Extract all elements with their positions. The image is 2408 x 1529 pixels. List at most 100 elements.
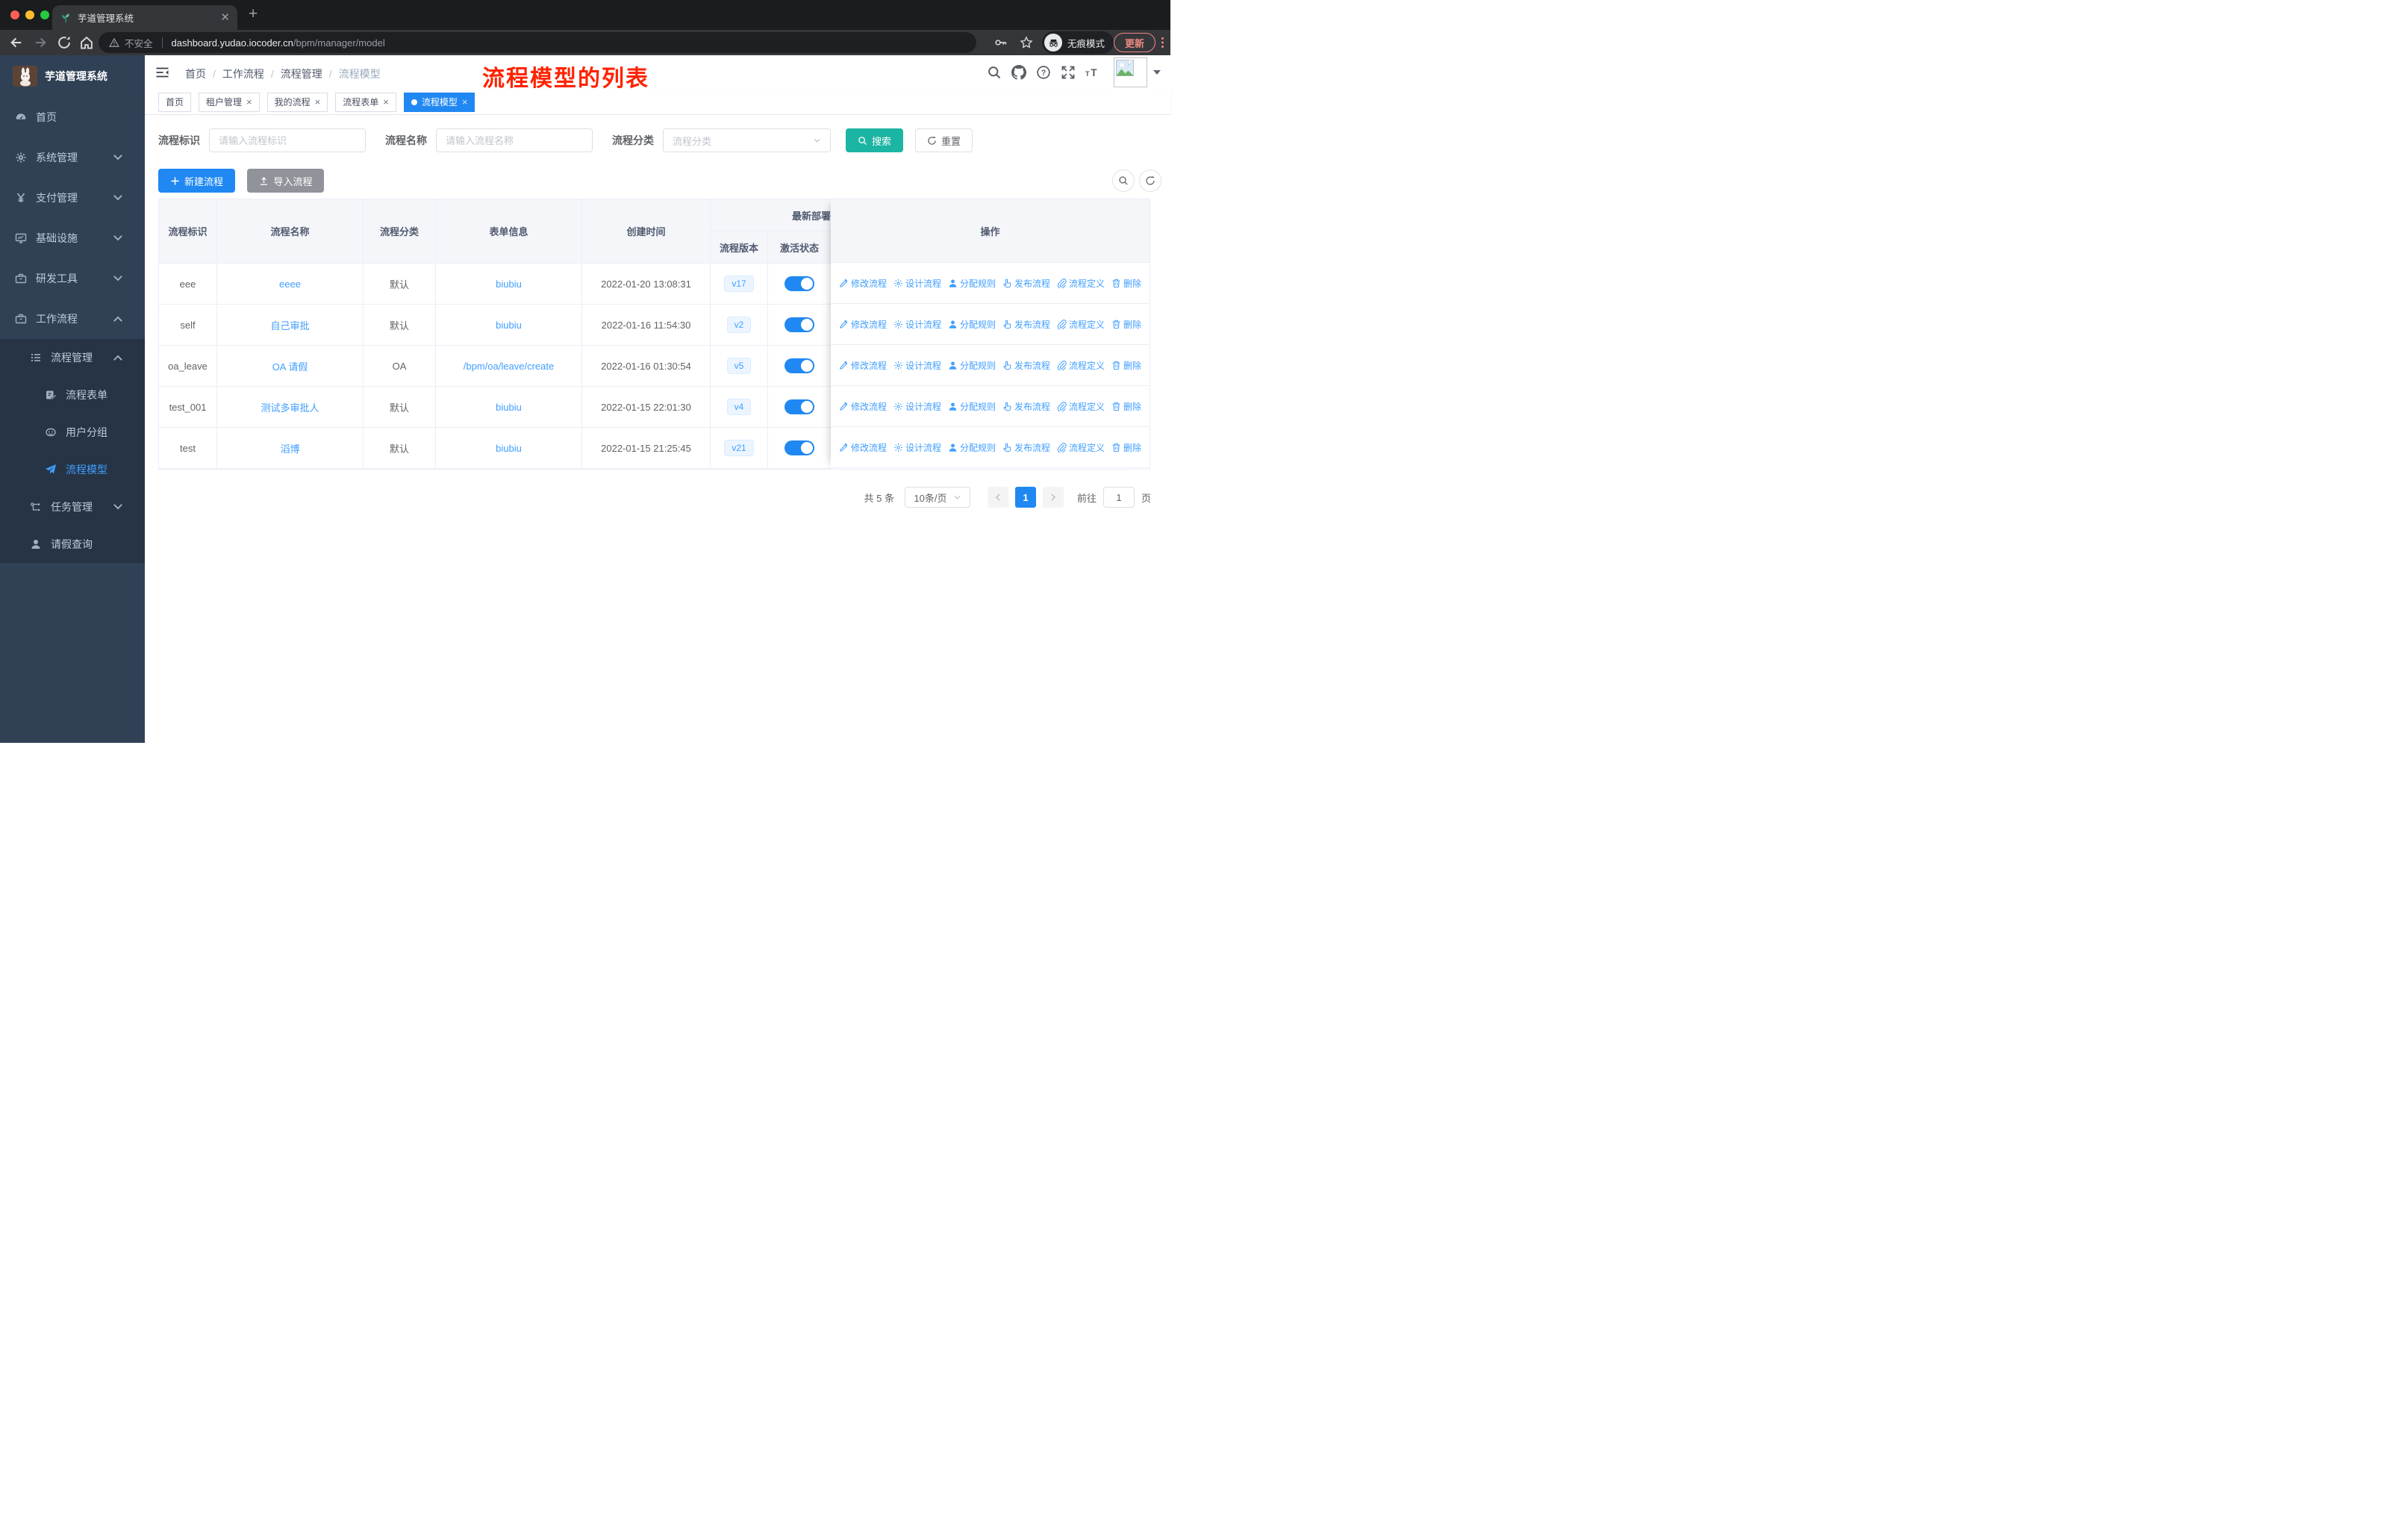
process-name-link[interactable]: 滔博 [280, 441, 299, 455]
active-toggle[interactable] [785, 358, 814, 373]
action-link-edit[interactable]: 修改流程 [839, 277, 887, 290]
active-toggle[interactable] [785, 317, 814, 332]
tag-close-icon[interactable]: × [246, 97, 252, 107]
action-link-assign[interactable]: 分配规则 [948, 359, 996, 372]
action-link-paperclip[interactable]: 流程定义 [1057, 359, 1105, 372]
sidebar-item-task-mgmt[interactable]: 任务管理 [0, 488, 145, 526]
bookmark-star-icon[interactable] [1020, 36, 1033, 49]
filter-name-input[interactable] [436, 128, 593, 152]
action-link-gearline[interactable]: 设计流程 [893, 400, 941, 413]
minimize-window-button[interactable] [25, 10, 34, 19]
version-badge[interactable]: v4 [726, 399, 752, 415]
action-link-gearline[interactable]: 设计流程 [893, 441, 941, 454]
active-toggle[interactable] [785, 399, 814, 414]
action-link-trash[interactable]: 删除 [1111, 359, 1141, 372]
search-button[interactable]: 搜索 [846, 128, 904, 152]
sidebar-item-system[interactable]: 系统管理 [0, 137, 145, 178]
version-badge[interactable]: v2 [726, 317, 752, 333]
action-link-trash[interactable]: 删除 [1111, 441, 1141, 454]
action-link-trash[interactable]: 删除 [1111, 277, 1141, 290]
sidebar-item-home[interactable]: 首页 [0, 97, 145, 137]
filter-category-select[interactable]: 流程分类 [663, 128, 831, 152]
update-button[interactable]: 更新 [1114, 33, 1155, 52]
action-link-publish[interactable]: 发布流程 [1002, 400, 1050, 413]
prev-page-button[interactable] [987, 487, 1008, 508]
action-link-paperclip[interactable]: 流程定义 [1057, 277, 1105, 290]
toggle-search-button[interactable] [1112, 169, 1135, 192]
home-icon[interactable] [79, 35, 94, 50]
action-link-publish[interactable]: 发布流程 [1002, 277, 1050, 290]
refresh-table-button[interactable] [1139, 169, 1161, 192]
tags-view-tab[interactable]: 流程模型 × [403, 92, 475, 112]
tags-view-tab[interactable]: 首页 [158, 92, 192, 112]
help-icon[interactable]: ? [1036, 65, 1051, 80]
tag-close-icon[interactable]: × [315, 97, 321, 107]
action-link-publish[interactable]: 发布流程 [1002, 359, 1050, 372]
action-link-assign[interactable]: 分配规则 [948, 400, 996, 413]
key-icon[interactable] [994, 36, 1008, 49]
action-link-gearline[interactable]: 设计流程 [893, 318, 941, 331]
action-link-edit[interactable]: 修改流程 [839, 400, 887, 413]
sidebar-item-workflow[interactable]: 工作流程 [0, 299, 145, 339]
action-link-edit[interactable]: 修改流程 [839, 359, 887, 372]
sidebar-item-process-model[interactable]: 流程模型 [0, 451, 145, 488]
sidebar-item-process-form[interactable]: 流程表单 [0, 376, 145, 414]
browser-menu-icon[interactable] [1161, 37, 1164, 49]
close-window-button[interactable] [10, 10, 19, 19]
security-label[interactable]: 不安全 [125, 36, 153, 50]
search-icon[interactable] [987, 65, 1002, 80]
form-info-link[interactable]: /bpm/oa/leave/create [464, 361, 554, 372]
action-link-edit[interactable]: 修改流程 [839, 441, 887, 454]
form-info-link[interactable]: biubiu [496, 443, 522, 454]
filter-key-input[interactable] [209, 128, 366, 152]
breadcrumb-item[interactable]: 流程管理 [281, 66, 322, 81]
active-toggle[interactable] [785, 440, 814, 455]
action-link-paperclip[interactable]: 流程定义 [1057, 400, 1105, 413]
action-link-trash[interactable]: 删除 [1111, 318, 1141, 331]
page-size-select[interactable]: 10条/页 [904, 487, 970, 508]
tags-view-tab[interactable]: 我的流程 × [266, 92, 328, 112]
action-link-assign[interactable]: 分配规则 [948, 441, 996, 454]
action-link-publish[interactable]: 发布流程 [1002, 441, 1050, 454]
back-icon[interactable] [9, 35, 24, 50]
tags-view-tab[interactable]: 流程表单 × [335, 92, 396, 112]
fullscreen-icon[interactable] [1061, 65, 1076, 80]
active-toggle[interactable] [785, 276, 814, 291]
address-bar[interactable]: 不安全 dashboard.yudao.iocoder.cn/bpm/manag… [99, 32, 976, 53]
sidebar-item-payment[interactable]: 支付管理 [0, 178, 145, 218]
action-link-paperclip[interactable]: 流程定义 [1057, 441, 1105, 454]
action-link-trash[interactable]: 删除 [1111, 400, 1141, 413]
tags-view-tab[interactable]: 租户管理 × [199, 92, 260, 112]
tag-close-icon[interactable]: × [462, 97, 468, 107]
sidebar-item-leave-query[interactable]: 请假查询 [0, 526, 145, 563]
avatar-caret-down-icon[interactable] [1153, 70, 1161, 75]
next-page-button[interactable] [1042, 487, 1064, 508]
create-process-button[interactable]: 新建流程 [158, 169, 236, 193]
breadcrumb-item[interactable]: 首页 [185, 66, 206, 81]
avatar[interactable] [1114, 57, 1147, 87]
forward-icon[interactable] [33, 35, 48, 50]
browser-tab[interactable]: 芋道管理系统 ✕ [52, 5, 237, 30]
sidebar-item-process-mgmt[interactable]: 流程管理 [0, 339, 145, 376]
reload-icon[interactable] [57, 35, 72, 50]
current-page-button[interactable]: 1 [1014, 487, 1036, 508]
version-badge[interactable]: v21 [724, 440, 754, 456]
process-name-link[interactable]: 自己审批 [270, 318, 309, 332]
action-link-gearline[interactable]: 设计流程 [893, 277, 941, 290]
action-link-assign[interactable]: 分配规则 [948, 318, 996, 331]
zoom-window-button[interactable] [40, 10, 49, 19]
goto-page-input[interactable] [1102, 487, 1135, 508]
sidebar-item-infra[interactable]: 基础设施 [0, 218, 145, 258]
font-size-icon[interactable]: TT [1085, 65, 1100, 80]
action-link-paperclip[interactable]: 流程定义 [1057, 318, 1105, 331]
sidebar-collapse-icon[interactable] [155, 66, 169, 78]
import-process-button[interactable]: 导入流程 [247, 169, 325, 193]
version-badge[interactable]: v17 [724, 275, 754, 292]
version-badge[interactable]: v5 [726, 358, 752, 374]
action-link-publish[interactable]: 发布流程 [1002, 318, 1050, 331]
action-link-edit[interactable]: 修改流程 [839, 318, 887, 331]
reset-button[interactable]: 重置 [915, 128, 973, 152]
tag-close-icon[interactable]: × [383, 97, 389, 107]
breadcrumb-item[interactable]: 工作流程 [222, 66, 264, 81]
sidebar-item-user-group[interactable]: 用户分组 [0, 414, 145, 451]
